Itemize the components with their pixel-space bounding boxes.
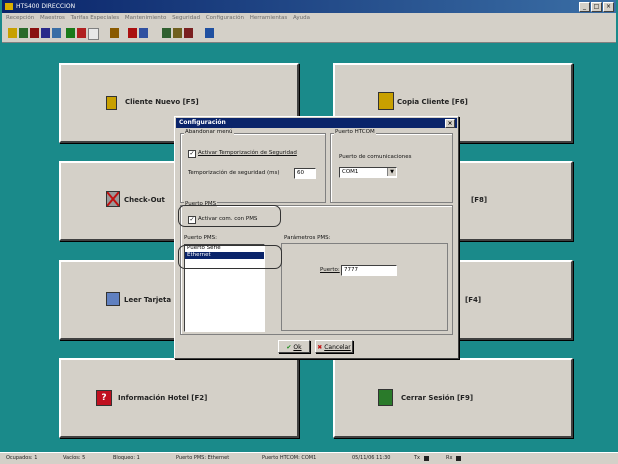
minimize-button[interactable]: _ — [579, 2, 590, 12]
tile-label: [F8] — [471, 196, 488, 204]
timeout-input[interactable]: 60 — [294, 168, 316, 179]
status-rx: Rx — [446, 455, 453, 461]
group-label: Puerto HTCOM — [334, 129, 376, 135]
tile-informacion-hotel[interactable]: ? Información Hotel [F2] — [59, 358, 299, 438]
status-bloqueo: Bloqueo: 1 — [113, 455, 140, 461]
timeout-label: Temporización de seguridad (ms) — [188, 170, 280, 176]
close-button[interactable]: × — [603, 2, 614, 12]
port-select[interactable]: COM1 ▼ — [339, 167, 397, 178]
params-box: Puerto: 7777 — [281, 243, 448, 331]
status-puerto-htcom: Puerto HTCOM: COM1 — [262, 455, 317, 461]
tool-icon-5[interactable] — [52, 28, 61, 38]
tile-label: Cliente Nuevo [F5] — [125, 98, 199, 106]
tile-label: [F4] — [465, 296, 482, 304]
cancel-button-label: Cancelar — [324, 344, 351, 351]
tool-icon-2[interactable] — [19, 28, 28, 38]
params-label: Parámetros PMS: — [284, 235, 331, 241]
status-puerto-pms: Puerto PMS: Ethernet — [176, 455, 230, 461]
logout-door-icon — [378, 389, 393, 406]
checkbox-temporizacion-label: Activar Temporización de Seguridad — [198, 150, 297, 156]
tile-cerrar-sesion[interactable]: Cerrar Sesión [F9] — [333, 358, 573, 438]
check-out-icon — [106, 191, 120, 207]
port-label: Puerto de comunicaciones — [339, 154, 412, 160]
title-bar: HTS400 DIRECCION _ □ × — [2, 0, 616, 13]
status-tx: Tx — [414, 455, 421, 461]
main-window: HTS400 DIRECCION _ □ × Recepción Maestro… — [0, 0, 618, 464]
tool-icon-12[interactable] — [162, 28, 171, 38]
status-vacios: Vacíos: 5 — [63, 455, 86, 461]
tool-icon-6[interactable] — [66, 28, 75, 38]
group-abandonar-menu: Abandonar menú ✓ Activar Temporización d… — [180, 129, 326, 203]
tool-icon-11[interactable] — [139, 28, 148, 38]
checkbox-temporizacion[interactable]: ✓ — [188, 150, 196, 158]
dialog-close-button[interactable]: × — [445, 119, 455, 128]
tool-icon-13[interactable] — [173, 28, 182, 38]
window-title: HTS400 DIRECCION — [16, 3, 76, 10]
status-bar: Ocupados: 1 Vacíos: 5 Bloqueo: 1 Puerto … — [0, 452, 618, 464]
cancel-button[interactable]: ✖ Cancelar — [315, 340, 353, 353]
tool-icon-15[interactable] — [205, 28, 214, 38]
menu-ayuda[interactable]: Ayuda — [293, 15, 310, 21]
tile-label: Check-Out — [124, 196, 165, 204]
tile-label: Cerrar Sesión [F9] — [401, 394, 474, 402]
highlight-ring-pms-list — [178, 245, 282, 269]
highlight-ring-pms-checkbox — [178, 205, 281, 227]
group-puerto-htcom: Puerto HTCOM Puerto de comunicaciones CO… — [330, 129, 453, 203]
menu-recepcion[interactable]: Recepción — [6, 15, 34, 21]
cross-icon: ✖ — [317, 344, 323, 351]
menu-tarifas[interactable]: Tarifas Especiales — [71, 15, 119, 21]
puerto-input[interactable]: 7777 — [341, 265, 397, 276]
menu-herramientas[interactable]: Herramientas — [250, 15, 287, 21]
toolbar — [2, 24, 616, 43]
tx-indicator-icon — [424, 456, 429, 461]
dialog-title-bar: Configuración × — [176, 118, 457, 128]
status-ocupados: Ocupados: 1 — [6, 455, 38, 461]
menu-seguridad[interactable]: Seguridad — [172, 15, 200, 21]
menu-mantenimiento[interactable]: Mantenimiento — [125, 15, 166, 21]
tool-icon-3[interactable] — [30, 28, 39, 38]
tool-icon-4[interactable] — [41, 28, 50, 38]
tool-icon-8[interactable] — [88, 28, 99, 40]
tool-icon-1[interactable] — [8, 28, 17, 38]
config-dialog: Configuración × Abandonar menú ✓ Activar… — [174, 116, 459, 359]
tile-label: Copia Cliente [F6] — [397, 98, 468, 106]
rx-indicator-icon — [456, 456, 461, 461]
ports-label: Puerto PMS: — [184, 235, 218, 241]
tool-icon-9[interactable] — [110, 28, 119, 38]
tile-label: Información Hotel [F2] — [118, 394, 208, 402]
group-label: Abandonar menú — [184, 129, 234, 135]
menu-configuracion[interactable]: Configuración — [206, 15, 244, 21]
tool-icon-10[interactable] — [128, 28, 137, 38]
tile-label: Leer Tarjeta — [124, 296, 172, 304]
port-select-value: COM1 — [342, 169, 359, 175]
tool-icon-14[interactable] — [184, 28, 193, 38]
info-icon: ? — [96, 390, 112, 406]
client-book-icon — [106, 96, 117, 110]
menu-bar: Recepción Maestros Tarifas Especiales Ma… — [2, 13, 616, 24]
status-datetime: 05/11/06 11:30 — [352, 455, 391, 461]
chevron-down-icon[interactable]: ▼ — [387, 168, 396, 176]
ok-button-label: Ok — [293, 344, 302, 351]
tool-icon-7[interactable] — [77, 28, 86, 38]
app-icon — [5, 3, 13, 10]
card-reader-icon — [106, 292, 120, 306]
check-icon: ✔ — [286, 344, 292, 351]
puerto-label: Puerto: — [320, 267, 340, 273]
maximize-button[interactable]: □ — [591, 2, 602, 12]
copy-client-icon — [378, 92, 394, 110]
menu-maestros[interactable]: Maestros — [40, 15, 65, 21]
ok-button[interactable]: ✔ Ok — [278, 340, 310, 353]
dialog-title: Configuración — [179, 119, 226, 126]
